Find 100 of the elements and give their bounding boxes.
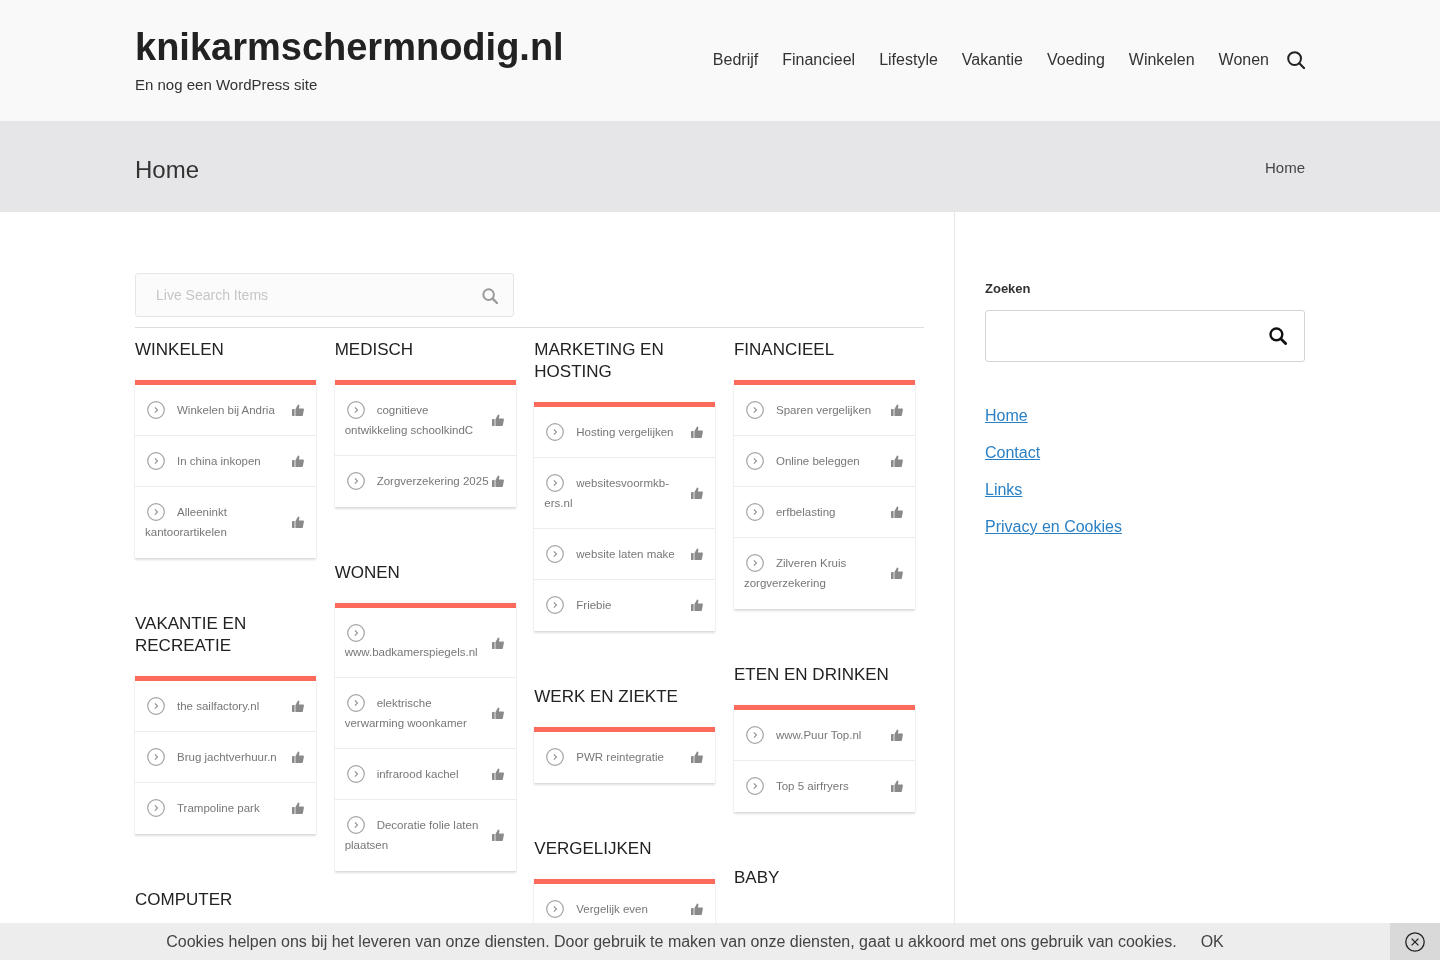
- nav-link[interactable]: Wonen: [1218, 48, 1269, 72]
- chevron-circle-icon: [147, 401, 165, 419]
- category-heading: ETEN EN DRINKEN: [733, 664, 890, 686]
- thumbs-up-icon[interactable]: [691, 426, 704, 438]
- category-heading: COMPUTER: [135, 889, 234, 911]
- thumbs-up-icon[interactable]: [491, 829, 504, 841]
- search-field[interactable]: [985, 310, 1305, 362]
- chevron-circle-icon: [546, 474, 565, 492]
- thumbs-up-icon[interactable]: [491, 414, 504, 426]
- ok-button[interactable]: OK: [1200, 931, 1224, 952]
- thumbs-up-icon[interactable]: [691, 903, 704, 915]
- item-link[interactable]: Hosting vergelijken: [544, 422, 690, 442]
- category-heading: VAKANTIE EN RECREATIE: [135, 613, 248, 657]
- item-link[interactable]: infrarood kachel: [344, 764, 490, 784]
- item-link[interactable]: In china inkopen: [145, 451, 290, 471]
- cookie-message: Cookies helpen ons bij het leveren van onze diensten. Door gebruik te maken van onze diensten, gaat u akkoord met ons gebruik van cookies.: [166, 931, 1177, 952]
- item-link[interactable]: Friebie: [544, 595, 690, 615]
- sidebar-link[interactable]: Privacy en Cookies: [985, 516, 1122, 538]
- item-link[interactable]: Trampoline park: [145, 798, 290, 818]
- thumbs-up-icon[interactable]: [292, 700, 304, 712]
- chevron-circle-icon: [147, 748, 165, 766]
- item-link[interactable]: www.Puur Top.nl: [743, 725, 889, 745]
- item-link[interactable]: erfbelasting: [743, 502, 889, 522]
- thumbs-up-icon[interactable]: [890, 780, 903, 792]
- chevron-circle-icon: [346, 401, 365, 419]
- item-link[interactable]: Vergelijk even: [544, 899, 690, 919]
- thumbs-up-icon[interactable]: [890, 404, 903, 416]
- item-link[interactable]: Online beleggen: [743, 451, 889, 471]
- thumbs-up-icon[interactable]: [292, 404, 304, 416]
- close-button[interactable]: [1390, 923, 1440, 960]
- thumbs-up-icon[interactable]: [491, 768, 504, 780]
- sidebar-link[interactable]: Contact: [985, 442, 1041, 464]
- category-heading: BABY: [733, 867, 781, 889]
- nav-link[interactable]: Winkelen: [1128, 48, 1195, 72]
- category-heading: MARKETING EN HOSTING: [534, 339, 665, 383]
- nav-link[interactable]: Financieel: [782, 48, 856, 72]
- thumbs-up-icon[interactable]: [890, 506, 903, 518]
- chevron-circle-icon: [546, 900, 565, 918]
- item-link[interactable]: www.badkamerspiegels.nl: [344, 623, 490, 662]
- item-link[interactable]: Sparen vergelijken: [743, 400, 889, 420]
- item-link[interactable]: Decoratie folie laten plaatsen: [344, 815, 490, 855]
- thumbs-up-icon[interactable]: [890, 455, 903, 467]
- chevron-circle-icon: [546, 596, 565, 614]
- widget-title: Zoeken: [985, 280, 1032, 298]
- thumbs-up-icon[interactable]: [491, 636, 504, 649]
- chevron-circle-icon: [346, 816, 365, 834]
- thumbs-up-icon[interactable]: [292, 455, 304, 467]
- thumbs-up-icon[interactable]: [292, 516, 304, 528]
- thumbs-up-icon[interactable]: [292, 751, 304, 763]
- chevron-circle-icon: [346, 624, 365, 642]
- item-link[interactable]: cognitieve ontwikkeling schoolkindC: [344, 400, 490, 440]
- chevron-circle-icon: [546, 545, 565, 563]
- thumbs-up-icon[interactable]: [890, 729, 903, 741]
- nav-link[interactable]: Bedrijf: [712, 48, 759, 72]
- item-link[interactable]: the sailfactory.nl: [145, 696, 290, 716]
- item-link[interactable]: Top 5 airfryers: [743, 776, 889, 796]
- search-icon[interactable]: [1269, 327, 1287, 345]
- category-heading: WERK EN ZIEKTE: [534, 686, 679, 708]
- page-title: Home: [135, 154, 200, 185]
- chevron-circle-icon: [745, 452, 764, 470]
- item-link[interactable]: Zilveren Kruis zorgverzekering: [743, 553, 889, 593]
- thumbs-up-icon[interactable]: [691, 487, 704, 499]
- category-heading: FINANCIEEL: [733, 339, 836, 361]
- breadcrumb-link[interactable]: Home: [1265, 155, 1305, 178]
- item-link[interactable]: PWR reintegratie: [544, 747, 690, 767]
- chevron-circle-icon: [147, 503, 165, 521]
- thumbs-up-icon[interactable]: [491, 707, 504, 719]
- chevron-circle-icon: [346, 472, 365, 490]
- chevron-circle-icon: [147, 799, 165, 817]
- nav-link[interactable]: Lifestyle: [879, 48, 938, 72]
- item-link[interactable]: Zorgverzekering 2025: [344, 471, 490, 491]
- category-heading: WONEN: [334, 562, 401, 584]
- thumbs-up-icon[interactable]: [890, 567, 903, 579]
- site-title[interactable]: knikarmschermnodig.nl: [135, 25, 564, 69]
- item-link[interactable]: elektrische verwarming woonkamer: [344, 693, 490, 733]
- sidebar-link[interactable]: Home: [985, 405, 1028, 427]
- chevron-circle-icon: [147, 452, 165, 470]
- site-tagline: En nog een WordPress site: [135, 75, 318, 95]
- category-heading: VERGELIJKEN: [534, 838, 653, 860]
- item-link[interactable]: Brug jachtverhuur.n: [145, 747, 290, 767]
- sidebar-link[interactable]: Links: [985, 479, 1023, 501]
- thumbs-up-icon[interactable]: [491, 475, 504, 487]
- chevron-circle-icon: [346, 694, 365, 712]
- chevron-circle-icon: [546, 748, 565, 766]
- thumbs-up-icon[interactable]: [691, 751, 704, 763]
- chevron-circle-icon: [745, 503, 764, 521]
- thumbs-up-icon[interactable]: [691, 548, 704, 560]
- chevron-circle-icon: [346, 765, 365, 783]
- category-heading: MEDISCH: [334, 339, 415, 361]
- item-link[interactable]: websitesvoormkb-ers.nl: [544, 473, 690, 513]
- nav-link[interactable]: Vakantie: [961, 48, 1023, 72]
- item-link[interactable]: Winkelen bij Andria: [145, 400, 290, 420]
- search-icon[interactable]: [1287, 51, 1305, 69]
- category-heading: WINKELEN: [135, 339, 225, 361]
- thumbs-up-icon[interactable]: [292, 802, 304, 814]
- nav-link[interactable]: Voeding: [1046, 48, 1105, 72]
- item-link[interactable]: website laten make: [544, 544, 690, 564]
- chevron-circle-icon: [745, 554, 764, 572]
- item-link[interactable]: Alleeninkt kantoorartikelen: [145, 502, 290, 542]
- thumbs-up-icon[interactable]: [691, 599, 704, 611]
